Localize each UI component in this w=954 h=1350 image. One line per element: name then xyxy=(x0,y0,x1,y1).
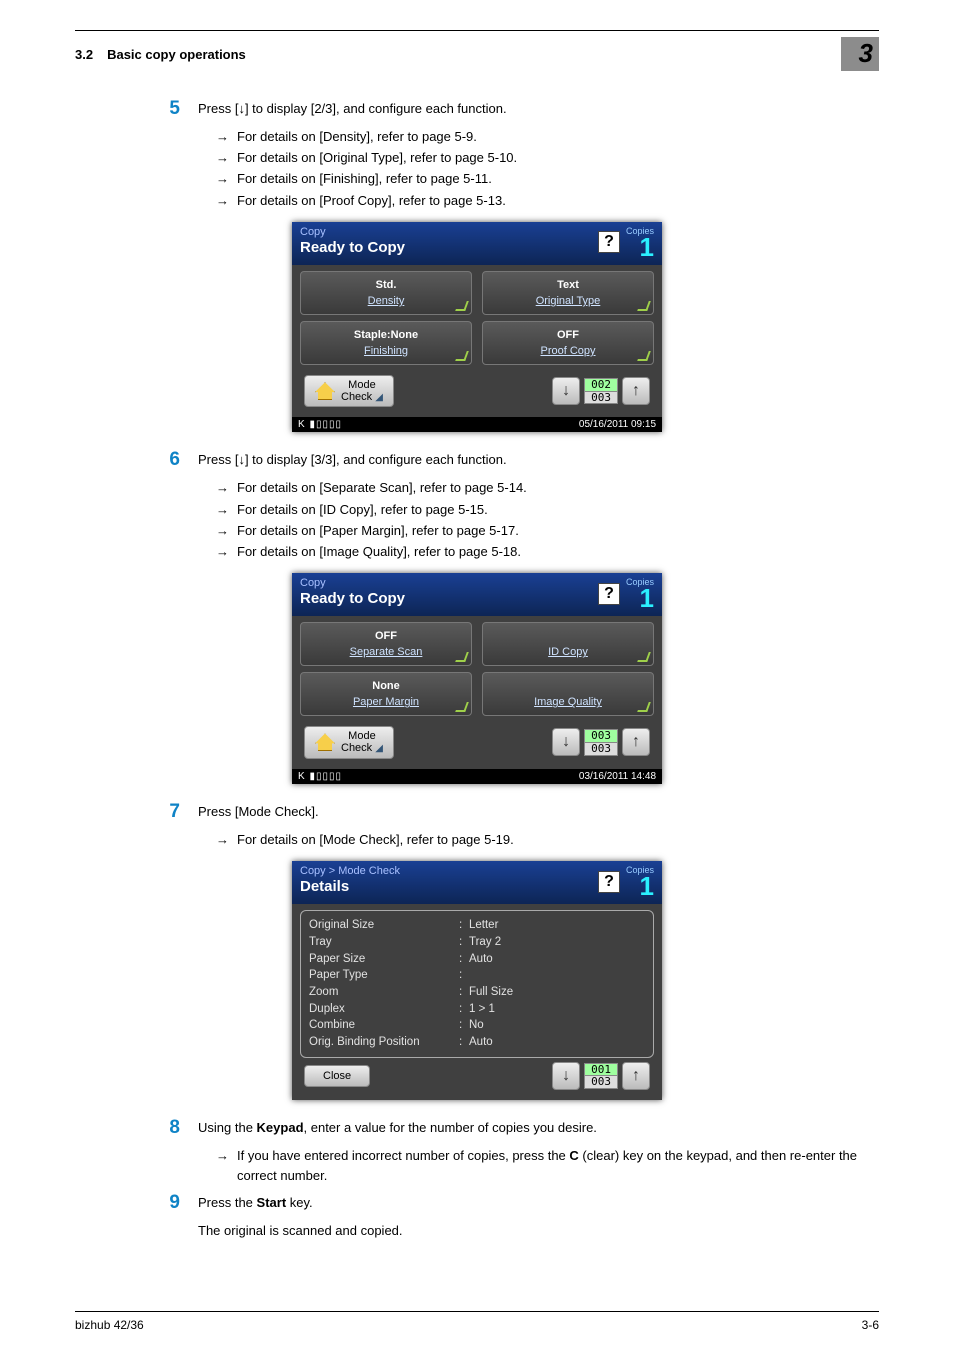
datetime: 05/16/2011 09:15 xyxy=(579,419,656,430)
chapter-badge: 3 xyxy=(841,37,879,71)
footer-model: bizhub 42/36 xyxy=(75,1318,144,1332)
screen-title: Ready to Copy xyxy=(300,239,405,256)
paper-margin-button[interactable]: NonePaper Margin xyxy=(300,672,472,716)
lcd-mode-check-details: Copy > Mode Check Details ? Copies 1 Ori… xyxy=(292,861,662,1100)
copies-count: 1 xyxy=(626,875,654,898)
toner-indicator: K ▮▯▯▯▯ xyxy=(298,419,342,430)
step-sub: For details on [Density], refer to page … xyxy=(237,127,477,147)
step-number: 6 xyxy=(75,448,180,563)
arrow-icon xyxy=(216,478,229,498)
page-indicator: 003003 xyxy=(584,729,618,755)
step-6: 6 Press [↓] to display [3/3], and config… xyxy=(75,448,879,563)
footer-page: 3-6 xyxy=(862,1318,879,1332)
step-number: 9 xyxy=(75,1191,180,1249)
step-text: Press the Start key. xyxy=(198,1193,879,1213)
page-footer: bizhub 42/36 3-6 xyxy=(75,1311,879,1332)
close-button[interactable]: Close xyxy=(304,1065,370,1087)
step-7: 7 Press [Mode Check]. For details on [Mo… xyxy=(75,800,879,851)
step-text: Press [Mode Check]. xyxy=(198,802,879,822)
id-copy-button[interactable]: .ID Copy xyxy=(482,622,654,666)
page-down-button[interactable]: ↓ xyxy=(552,377,580,405)
step-9: 9 Press the Start key. The original is s… xyxy=(75,1191,879,1249)
lcd-screen-2-of-3: Copy Ready to Copy ? Copies 1 Std.Densit… xyxy=(292,222,662,433)
step-number: 5 xyxy=(75,97,180,212)
arrow-icon xyxy=(216,1146,229,1166)
image-quality-button[interactable]: .Image Quality xyxy=(482,672,654,716)
help-icon[interactable]: ? xyxy=(598,583,620,605)
page-up-button[interactable]: ↑ xyxy=(622,377,650,405)
step-sub: For details on [Paper Margin], refer to … xyxy=(237,521,519,541)
mode-check-button[interactable]: ModeCheck◢ xyxy=(304,375,394,407)
step-5: 5 Press [↓] to display [2/3], and config… xyxy=(75,97,879,212)
help-icon[interactable]: ? xyxy=(598,871,620,893)
breadcrumb: Copy xyxy=(300,577,405,589)
arrow-icon xyxy=(216,521,229,541)
copies-count: 1 xyxy=(626,587,654,610)
screen-title: Details xyxy=(300,878,400,895)
step-number: 7 xyxy=(75,800,180,851)
toner-indicator: K ▮▯▯▯▯ xyxy=(298,771,342,782)
step-text: Press [↓] to display [2/3], and configur… xyxy=(198,99,879,119)
separate-scan-button[interactable]: OFFSeparate Scan xyxy=(300,622,472,666)
lcd-screen-3-of-3: Copy Ready to Copy ? Copies 1 OFFSeparat… xyxy=(292,573,662,784)
arrow-icon xyxy=(216,542,229,562)
page-header: 3.2 Basic copy operations 3 xyxy=(75,37,879,71)
section-number: 3.2 xyxy=(75,47,93,62)
breadcrumb: Copy xyxy=(300,226,405,238)
page-up-button[interactable]: ↑ xyxy=(622,728,650,756)
home-icon xyxy=(315,382,335,400)
home-icon xyxy=(315,733,335,751)
section-title: Basic copy operations xyxy=(107,47,246,62)
step-sub: For details on [ID Copy], refer to page … xyxy=(237,500,488,520)
arrow-icon xyxy=(216,148,229,168)
step-number: 8 xyxy=(75,1116,180,1187)
help-icon[interactable]: ? xyxy=(598,231,620,253)
step-text-2: The original is scanned and copied. xyxy=(198,1221,879,1241)
screen-title: Ready to Copy xyxy=(300,590,405,607)
arrow-icon xyxy=(216,500,229,520)
finishing-button[interactable]: Staple:NoneFinishing xyxy=(300,321,472,365)
original-type-button[interactable]: TextOriginal Type xyxy=(482,271,654,315)
page-down-button[interactable]: ↓ xyxy=(552,1062,580,1090)
step-sub: For details on [Image Quality], refer to… xyxy=(237,542,521,562)
arrow-icon xyxy=(216,127,229,147)
step-sub: For details on [Finishing], refer to pag… xyxy=(237,169,492,189)
breadcrumb: Copy > Mode Check xyxy=(300,865,400,877)
step-sub: For details on [Mode Check], refer to pa… xyxy=(237,830,514,850)
step-text: Press [↓] to display [3/3], and configur… xyxy=(198,450,879,470)
arrow-icon xyxy=(216,830,229,850)
density-button[interactable]: Std.Density xyxy=(300,271,472,315)
page-indicator: 001003 xyxy=(584,1063,618,1089)
step-sub: For details on [Separate Scan], refer to… xyxy=(237,478,527,498)
datetime: 03/16/2011 14:48 xyxy=(579,771,656,782)
page-up-button[interactable]: ↑ xyxy=(622,1062,650,1090)
page-down-button[interactable]: ↓ xyxy=(552,728,580,756)
step-8: 8 Using the Keypad, enter a value for th… xyxy=(75,1116,879,1187)
proof-copy-button[interactable]: OFFProof Copy xyxy=(482,321,654,365)
step-sub: For details on [Proof Copy], refer to pa… xyxy=(237,191,506,211)
step-sub: For details on [Original Type], refer to… xyxy=(237,148,517,168)
details-list: Original Size:Letter Tray:Tray 2 Paper S… xyxy=(300,910,654,1057)
arrow-icon xyxy=(216,191,229,211)
step-text: Using the Keypad, enter a value for the … xyxy=(198,1118,879,1138)
step-sub: If you have entered incorrect number of … xyxy=(237,1146,879,1186)
mode-check-button[interactable]: ModeCheck◢ xyxy=(304,726,394,758)
copies-count: 1 xyxy=(626,236,654,259)
page-indicator: 002003 xyxy=(584,378,618,404)
arrow-icon xyxy=(216,169,229,189)
